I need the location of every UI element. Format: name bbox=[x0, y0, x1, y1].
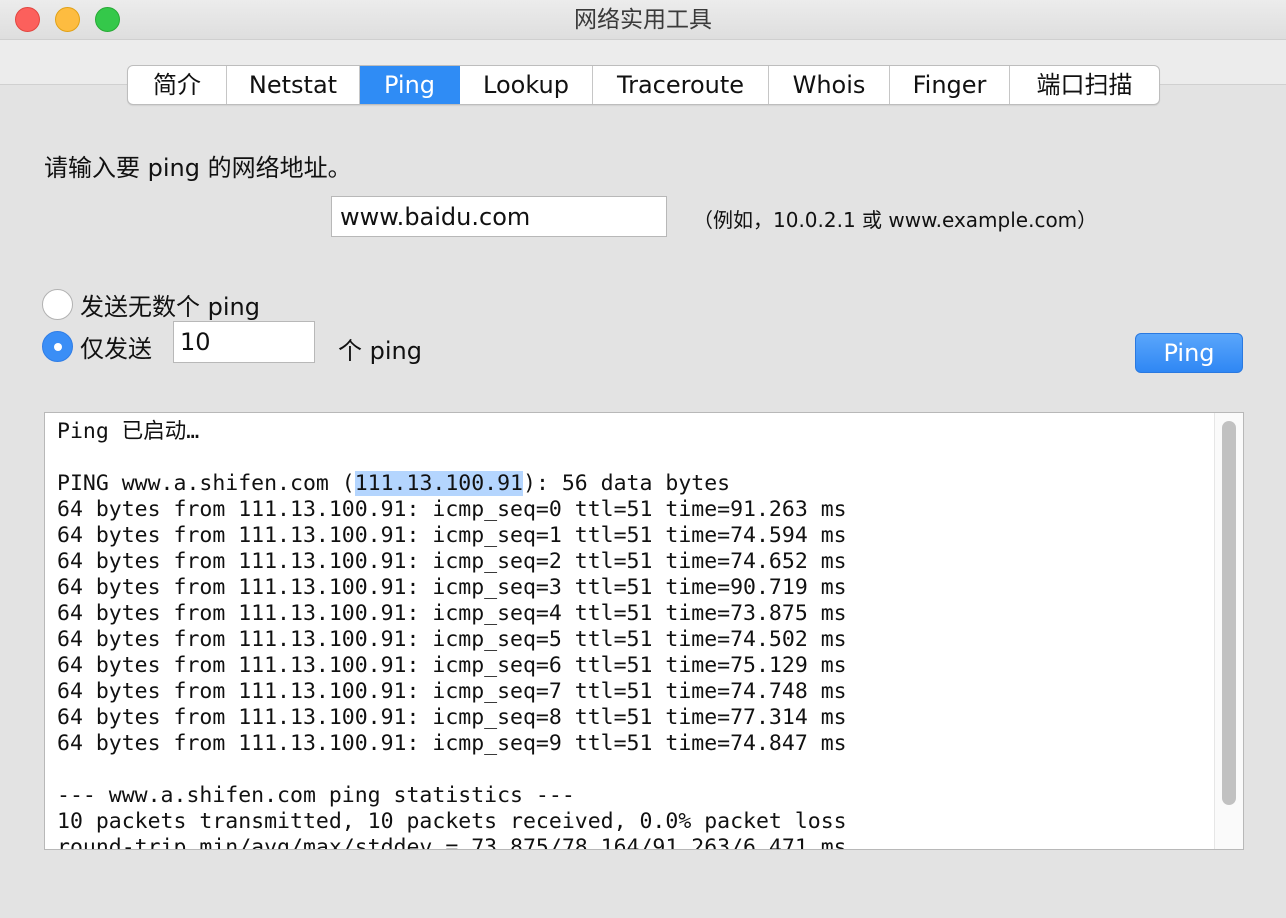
radio-limited-row[interactable]: 仅发送 bbox=[42, 329, 152, 364]
tab-bar: 简介 Netstat Ping Lookup Traceroute Whois … bbox=[127, 65, 1160, 105]
ping-count-suffix: 个 ping bbox=[338, 337, 422, 365]
ping-button[interactable]: Ping bbox=[1135, 333, 1243, 373]
output-text: Ping 已启动… PING www.a.shifen.com (111.13.… bbox=[57, 419, 847, 850]
selected-ip-text[interactable]: 111.13.100.91 bbox=[354, 471, 523, 496]
tab-lookup[interactable]: Lookup bbox=[460, 66, 593, 104]
tab-intro[interactable]: 简介 bbox=[128, 66, 227, 104]
output-status: Ping 已启动… bbox=[57, 419, 200, 444]
output-ping-suffix: ): 56 data bytes bbox=[523, 471, 731, 496]
window-title: 网络实用工具 bbox=[574, 7, 712, 33]
tab-port-scan[interactable]: 端口扫描 bbox=[1010, 66, 1159, 104]
reply-line: 64 bytes from 111.13.100.91: icmp_seq=7 … bbox=[57, 679, 847, 704]
reply-line: 64 bytes from 111.13.100.91: icmp_seq=5 … bbox=[57, 627, 847, 652]
output-pane[interactable]: Ping 已启动… PING www.a.shifen.com (111.13.… bbox=[44, 412, 1244, 850]
address-input[interactable] bbox=[331, 196, 667, 237]
stats-packets: 10 packets transmitted, 10 packets recei… bbox=[57, 809, 847, 834]
radio-unlimited-row[interactable]: 发送无数个 ping bbox=[42, 287, 260, 322]
tab-whois[interactable]: Whois bbox=[769, 66, 890, 104]
address-prompt: 请输入要 ping 的网络地址。 bbox=[44, 154, 352, 182]
title-bar: 网络实用工具 bbox=[0, 0, 1286, 40]
address-hint: （例如，10.0.2.1 或 www.example.com） bbox=[693, 208, 1098, 232]
reply-line: 64 bytes from 111.13.100.91: icmp_seq=9 … bbox=[57, 731, 847, 756]
reply-line: 64 bytes from 111.13.100.91: icmp_seq=8 … bbox=[57, 705, 847, 730]
reply-line: 64 bytes from 111.13.100.91: icmp_seq=2 … bbox=[57, 549, 847, 574]
tab-finger[interactable]: Finger bbox=[890, 66, 1010, 104]
reply-line: 64 bytes from 111.13.100.91: icmp_seq=1 … bbox=[57, 523, 847, 548]
ping-count-input[interactable] bbox=[173, 321, 315, 363]
stats-rtt: round-trip min/avg/max/stddev = 73.875/7… bbox=[57, 835, 847, 850]
tab-traceroute[interactable]: Traceroute bbox=[593, 66, 769, 104]
tab-ping[interactable]: Ping bbox=[360, 66, 460, 104]
radio-unlimited[interactable] bbox=[42, 289, 73, 320]
radio-limited-label[interactable]: 仅发送 bbox=[80, 329, 152, 364]
stats-header: --- www.a.shifen.com ping statistics --- bbox=[57, 783, 575, 808]
tab-netstat[interactable]: Netstat bbox=[227, 66, 360, 104]
output-scrollbar[interactable] bbox=[1214, 413, 1243, 849]
reply-line: 64 bytes from 111.13.100.91: icmp_seq=0 … bbox=[57, 497, 847, 522]
reply-line: 64 bytes from 111.13.100.91: icmp_seq=6 … bbox=[57, 653, 847, 678]
output-ping-prefix: PING www.a.shifen.com ( bbox=[57, 471, 355, 496]
reply-line: 64 bytes from 111.13.100.91: icmp_seq=3 … bbox=[57, 575, 847, 600]
scrollbar-thumb[interactable] bbox=[1222, 421, 1236, 805]
reply-line: 64 bytes from 111.13.100.91: icmp_seq=4 … bbox=[57, 601, 847, 626]
radio-limited[interactable] bbox=[42, 331, 73, 362]
radio-unlimited-label[interactable]: 发送无数个 ping bbox=[80, 287, 260, 322]
